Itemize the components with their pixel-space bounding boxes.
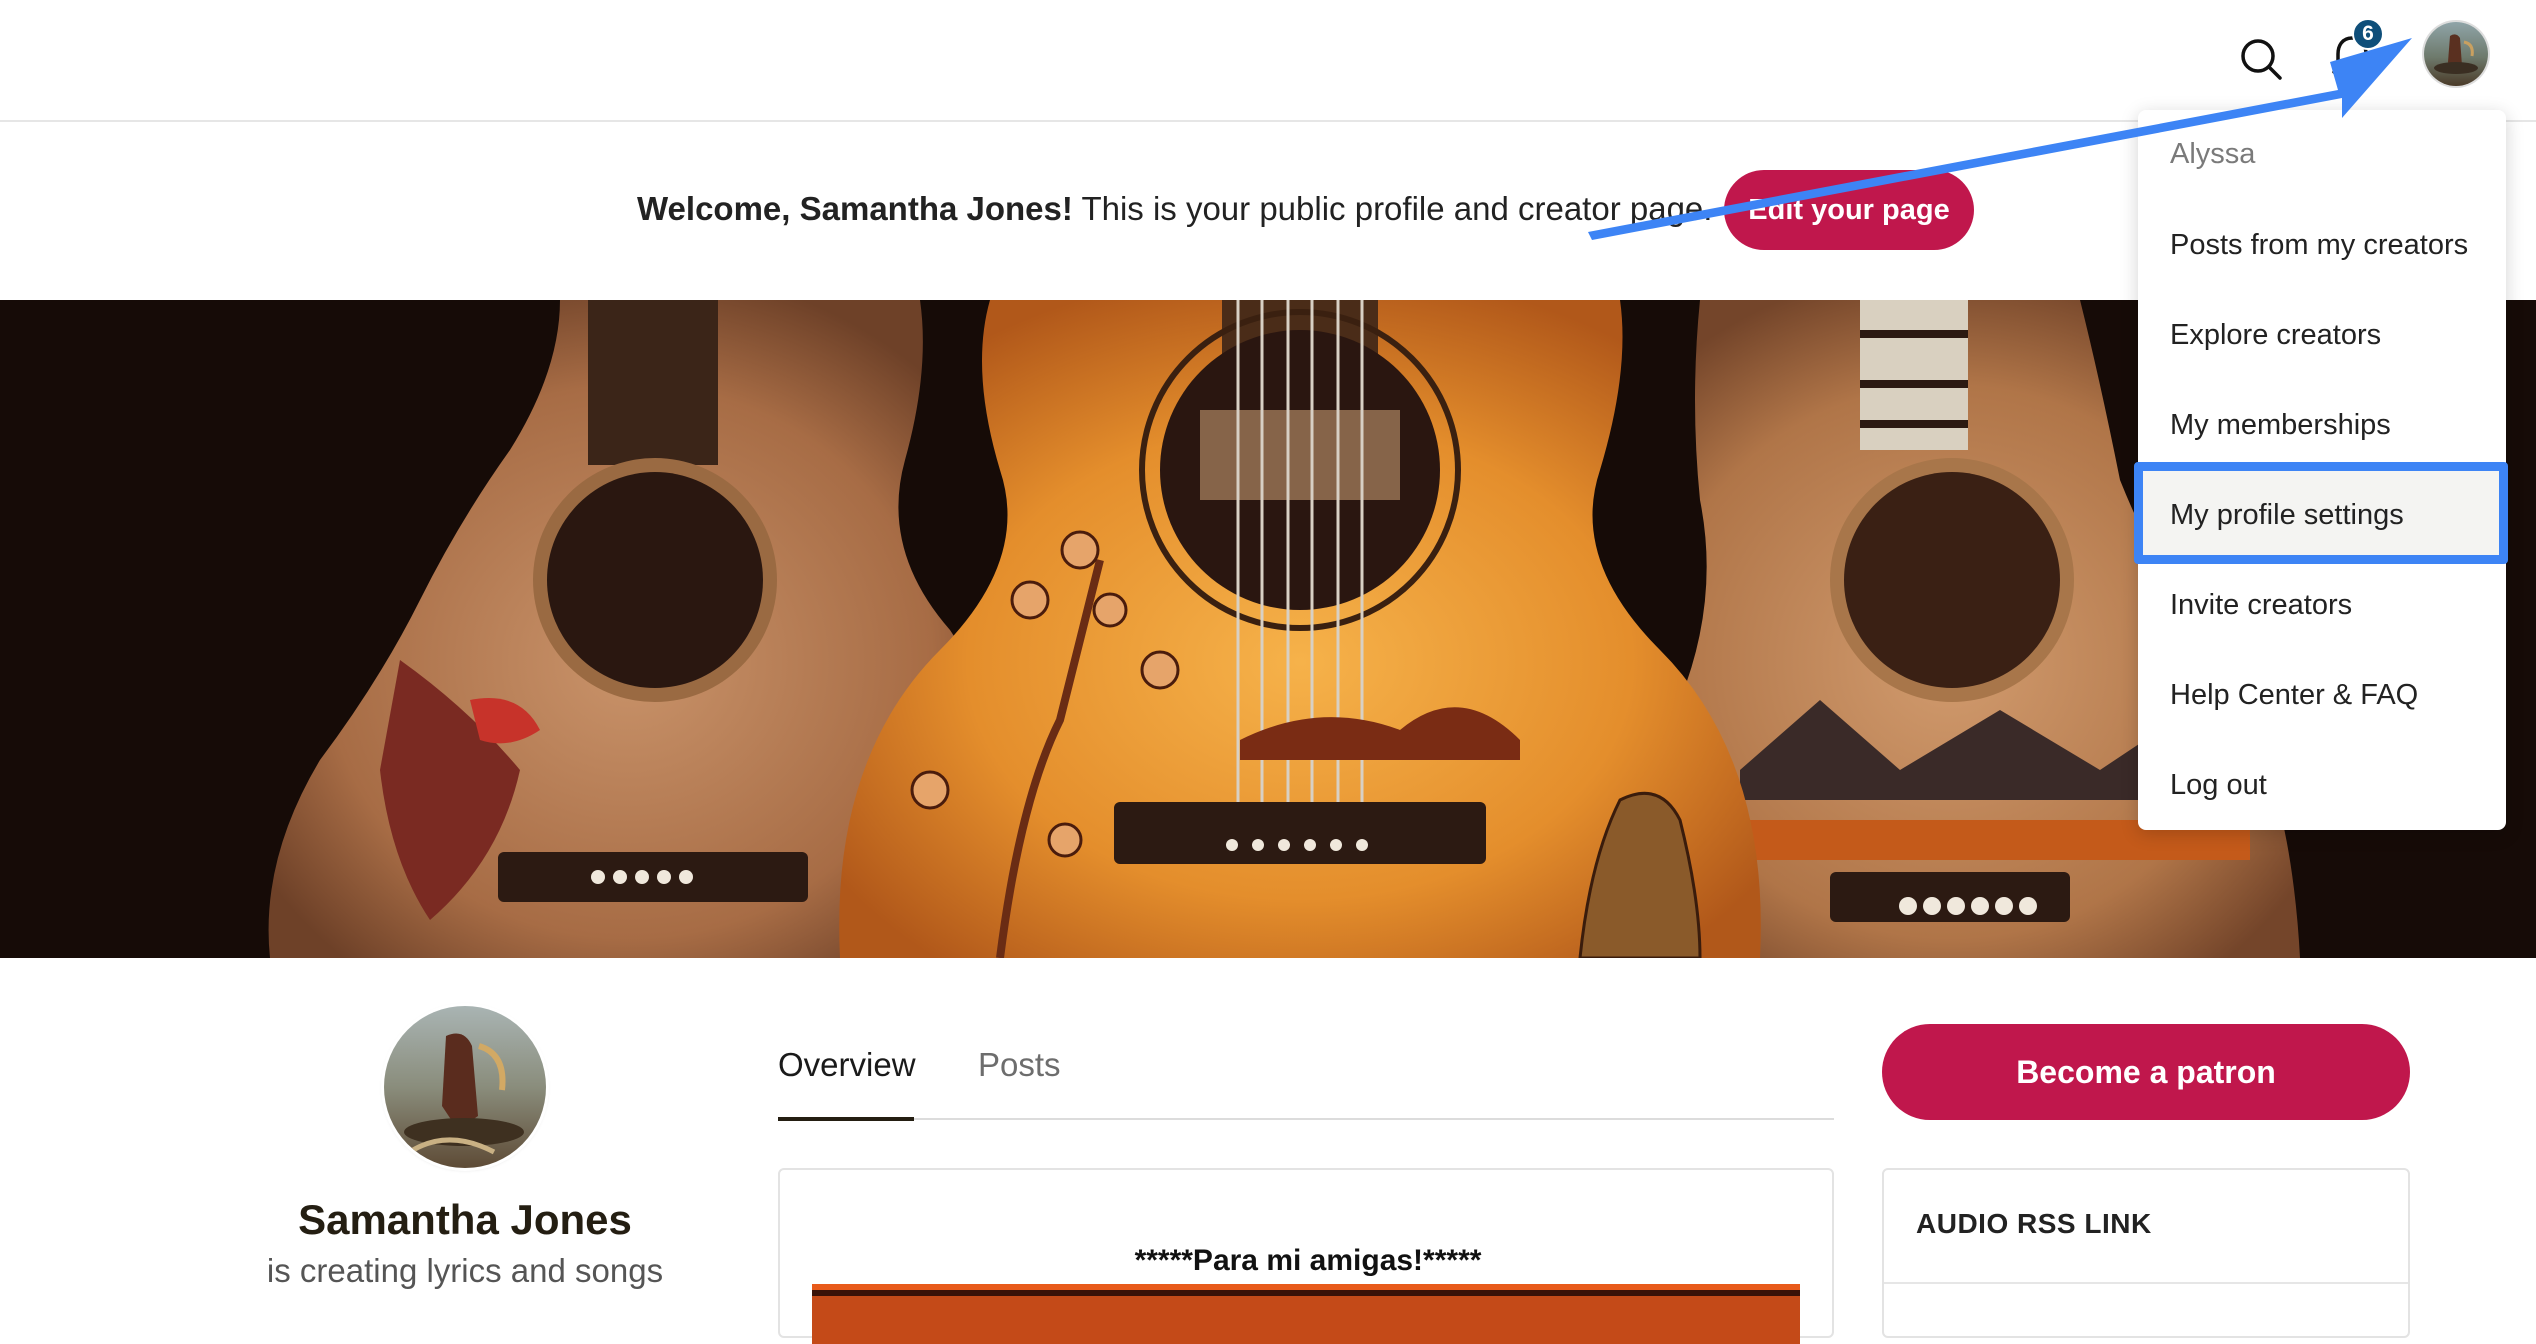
notification-count-badge[interactable]: 6 xyxy=(2352,18,2384,50)
welcome-greeting: Welcome, Samantha Jones! xyxy=(637,190,1073,227)
post-card[interactable]: *****Para mi amigas!***** xyxy=(778,1168,1836,1344)
divider xyxy=(1884,1282,2408,1284)
menu-item-my-memberships[interactable]: My memberships xyxy=(2138,380,2506,470)
menu-item-help-center-faq[interactable]: Help Center & FAQ xyxy=(2138,650,2506,740)
become-a-patron-button[interactable]: Become a patron xyxy=(1882,1024,2410,1120)
account-dropdown-menu: Alyssa Posts from my creators Explore cr… xyxy=(2138,110,2506,830)
post-title[interactable]: *****Para mi amigas!***** xyxy=(780,1244,1836,1278)
audio-rss-card: AUDIO RSS LINK xyxy=(1882,1168,2410,1338)
audio-rss-title: AUDIO RSS LINK xyxy=(1916,1208,2152,1239)
menu-item-invite-creators[interactable]: Invite creators xyxy=(2138,560,2506,650)
tab-overview[interactable]: Overview xyxy=(778,1046,916,1084)
tab-posts[interactable]: Posts xyxy=(978,1046,1061,1084)
menu-item-posts-from-my-creators[interactable]: Posts from my creators xyxy=(2138,200,2506,290)
dropdown-user-name: Alyssa xyxy=(2170,138,2256,170)
menu-item-my-profile-settings[interactable]: My profile settings xyxy=(2138,470,2506,560)
post-image[interactable] xyxy=(812,1284,1800,1344)
welcome-message: Welcome, Samantha Jones! This is your pu… xyxy=(637,190,1712,228)
profile-avatar xyxy=(384,1006,546,1168)
edit-your-page-button[interactable]: Edit your page xyxy=(1724,170,1974,250)
menu-item-log-out[interactable]: Log out xyxy=(2138,740,2506,830)
welcome-subtext: This is your public profile and creator … xyxy=(1072,190,1713,227)
profile-tabs: Overview Posts xyxy=(778,1036,1834,1121)
menu-item-explore-creators[interactable]: Explore creators xyxy=(2138,290,2506,380)
top-navigation: 6 xyxy=(0,0,2536,122)
user-avatar-button[interactable] xyxy=(2424,22,2488,86)
search-icon[interactable] xyxy=(2238,36,2286,84)
active-tab-indicator xyxy=(778,1117,914,1121)
